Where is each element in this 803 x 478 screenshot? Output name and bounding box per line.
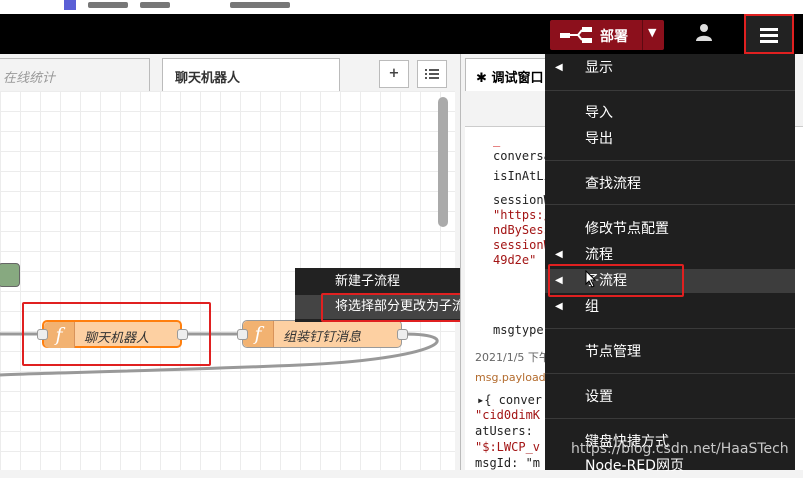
debug-line: sessionW — [493, 238, 551, 252]
menu-item-node-red-website[interactable]: Node-RED网页 — [545, 454, 795, 478]
main-menu-button[interactable] — [744, 14, 794, 54]
tab-flow[interactable]: 在线统计 — [0, 58, 150, 91]
node-output-port[interactable] — [177, 329, 188, 340]
debug-line: "$:LWCP_v — [475, 440, 541, 454]
browser-top-strip — [0, 0, 803, 14]
tab-label: 在线统计 — [3, 71, 56, 86]
bug-icon: ✱ — [476, 71, 487, 86]
menu-divider — [545, 160, 795, 161]
menu-divider — [545, 90, 795, 91]
function-icon: f — [44, 322, 75, 348]
menu-item-import[interactable]: 导入 — [545, 101, 795, 125]
menu-divider — [545, 204, 795, 205]
menu-item-flows[interactable]: ◀ 流程 — [545, 243, 795, 267]
menu-item-search-flows[interactable]: 查找流程 — [545, 172, 795, 196]
tab-flow-active[interactable]: 聊天机器人 — [162, 58, 340, 91]
menu-item-view[interactable]: ◀ 显示 — [545, 56, 795, 80]
node-output-port[interactable] — [397, 329, 408, 340]
debug-line: ndBySess — [493, 223, 551, 237]
deploy-button[interactable]: 部署 ▼ — [550, 20, 664, 50]
menu-item-label: 导出 — [585, 131, 613, 147]
hamburger-icon — [760, 40, 778, 43]
user-icon[interactable] — [696, 23, 712, 41]
debug-line: "cid0dimK — [475, 408, 541, 422]
debug-line[interactable]: ▸{ conver — [477, 393, 542, 407]
flow-node[interactable] — [0, 263, 20, 287]
bookmark-bar — [88, 2, 128, 8]
workspace-tabbar: 在线统计 聊天机器人 + — [0, 54, 455, 92]
node-input-port[interactable] — [237, 329, 248, 340]
menu-divider — [545, 373, 795, 374]
menu-item-groups[interactable]: ◀ 组 — [545, 295, 795, 319]
main-menu-dropdown: ◀ 显示 导入 导出 查找流程 修改节点配置 ◀ 流程 ◀ 子流程 ◀ 组 节点… — [545, 54, 795, 474]
debug-line: atUsers: — [475, 424, 533, 438]
menu-item-label: 流程 — [585, 247, 613, 263]
debug-line: isInAtLi — [493, 169, 551, 183]
bookmark-bar — [140, 2, 170, 8]
mouse-cursor-icon — [585, 270, 597, 288]
menu-item-label: 显示 — [585, 60, 613, 76]
hamburger-icon — [760, 28, 778, 31]
message-timestamp: 2021/1/5 下午 — [475, 351, 550, 364]
menu-item-manage-palette[interactable]: 节点管理 — [545, 340, 795, 364]
caret-left-icon: ◀ — [555, 249, 563, 260]
menu-item-export[interactable]: 导出 — [545, 127, 795, 151]
caret-left-icon: ◀ — [555, 301, 563, 312]
node-label: 组装钉钉消息 — [283, 330, 362, 345]
menu-item-label: 将选择部分更改为子流程 — [335, 299, 479, 314]
debug-line: conversa — [493, 149, 551, 163]
menu-item-label: 新建子流程 — [335, 274, 401, 289]
menu-item-label: Node-RED网页 — [585, 458, 684, 474]
menu-item-label: 导入 — [585, 105, 613, 121]
list-icon — [425, 69, 439, 79]
node-label: 聊天机器人 — [84, 331, 150, 346]
menu-item-label: 设置 — [585, 389, 613, 405]
menu-item-settings[interactable]: 设置 — [545, 385, 795, 409]
menu-item-config-nodes[interactable]: 修改节点配置 — [545, 217, 795, 241]
debug-line: msgId: "m — [475, 456, 541, 470]
debug-line: _ — [493, 133, 501, 147]
debug-line: "https:/ — [493, 208, 551, 222]
node-input-port[interactable] — [37, 329, 48, 340]
deploy-label: 部署 — [600, 29, 628, 45]
menu-item-label: 查找流程 — [585, 176, 641, 192]
caret-left-icon: ◀ — [555, 275, 563, 286]
watermark: https://blog.csdn.net/HaaSTech — [571, 441, 789, 457]
menu-item-label: 组 — [585, 299, 599, 315]
debug-line: msgtype — [493, 323, 544, 337]
deploy-divider — [642, 20, 643, 50]
canvas-scrollbar[interactable] — [438, 97, 448, 227]
bookmark-bar — [230, 2, 290, 8]
menu-divider — [545, 328, 795, 329]
menu-divider — [545, 418, 795, 419]
debug-line: 49d2e" — [493, 253, 537, 267]
tab-label: 聊天机器人 — [175, 71, 241, 86]
bookmark-icon — [64, 0, 76, 10]
flow-list-button[interactable] — [417, 60, 447, 88]
function-node-chatbot[interactable]: f 聊天机器人 — [42, 320, 182, 348]
deploy-flow-icon — [560, 27, 592, 43]
tab-debug[interactable]: ✱ 调试窗口 — [465, 58, 555, 91]
debug-line: sessionW — [493, 193, 551, 207]
menu-item-subflows[interactable]: ◀ 子流程 — [545, 269, 795, 293]
menu-item-label: 节点管理 — [585, 344, 641, 360]
menu-item-label: 修改节点配置 — [585, 221, 669, 237]
sidebar-tab-label: 调试窗口 — [491, 71, 544, 86]
hamburger-icon — [760, 34, 778, 37]
app-header: 部署 ▼ — [0, 14, 803, 54]
add-flow-button[interactable]: + — [379, 60, 409, 88]
message-payload-label: msg.payload : — [475, 371, 553, 384]
function-node-assemble[interactable]: f 组装钉钉消息 — [242, 320, 402, 348]
caret-down-icon[interactable]: ▼ — [648, 26, 656, 39]
caret-left-icon: ◀ — [555, 62, 563, 73]
